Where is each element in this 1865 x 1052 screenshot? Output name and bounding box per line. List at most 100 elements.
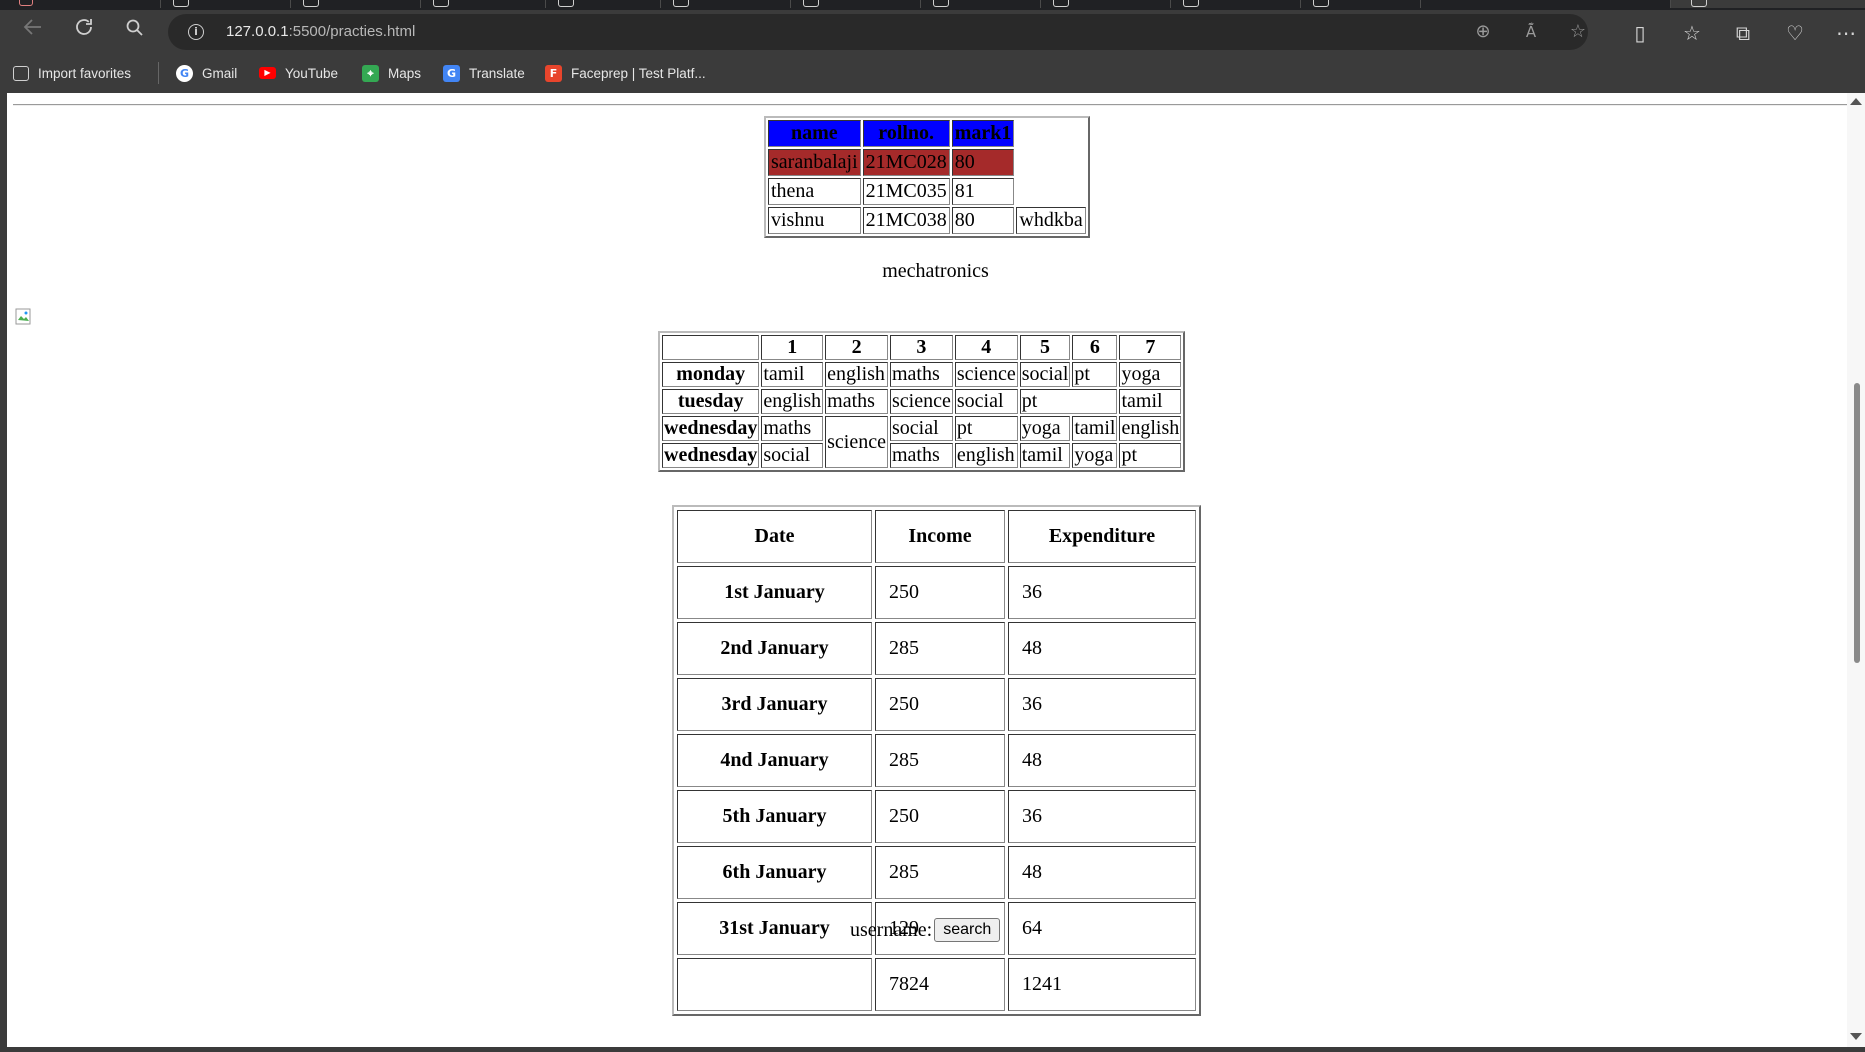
browser-tab[interactable] bbox=[160, 0, 291, 8]
active-tab[interactable] bbox=[1670, 0, 1865, 8]
table-cell: tamil bbox=[1119, 389, 1182, 414]
date-cell: 6th January bbox=[677, 846, 872, 899]
table-header-row: Date Income Expenditure bbox=[677, 510, 1196, 563]
table-cell: maths bbox=[825, 389, 888, 414]
page-icon bbox=[1313, 0, 1329, 7]
total-row: 7824 1241 bbox=[677, 958, 1196, 1011]
table-cell: science bbox=[954, 362, 1018, 387]
browser-tab[interactable] bbox=[660, 0, 791, 8]
collections-icon[interactable]: ⧉ bbox=[1728, 18, 1758, 48]
refresh-icon bbox=[76, 19, 92, 35]
table-cell: thena bbox=[768, 178, 861, 205]
browser-tab[interactable] bbox=[420, 0, 551, 8]
address-bar[interactable]: i 127.0.0.1:5500/practies.html ⊕ A͊ ☆ bbox=[168, 14, 1588, 50]
search-button[interactable] bbox=[119, 16, 151, 48]
date-cell: 4nd January bbox=[677, 734, 872, 787]
scroll-up-icon[interactable] bbox=[1850, 98, 1862, 105]
income-cell: 285 bbox=[875, 734, 1005, 787]
maps-icon: ⌖ bbox=[362, 64, 379, 82]
bookmark-faceprep[interactable]: F Faceprep | Test Platf... bbox=[545, 63, 706, 83]
browser-tab[interactable] bbox=[1170, 0, 1301, 8]
table-cell: yoga bbox=[1119, 362, 1182, 387]
url-text[interactable]: 127.0.0.1:5500/practies.html bbox=[226, 23, 415, 40]
browser-tab[interactable] bbox=[1420, 0, 1671, 8]
browser-tab[interactable] bbox=[545, 0, 676, 8]
table-cell: pt bbox=[1072, 362, 1118, 387]
scrollbar-thumb[interactable] bbox=[1854, 383, 1860, 663]
tab-strip bbox=[0, 0, 1865, 10]
more-menu-icon[interactable]: ⋯ bbox=[1831, 18, 1861, 48]
refresh-button[interactable] bbox=[68, 16, 100, 48]
bookmark-label: Gmail bbox=[202, 65, 238, 81]
table-cell: maths bbox=[890, 362, 953, 387]
browser-tab[interactable] bbox=[790, 0, 921, 8]
page-icon bbox=[1691, 0, 1707, 7]
table-cell: tamil bbox=[761, 362, 824, 387]
period-header: 2 bbox=[825, 335, 888, 360]
scroll-down-icon[interactable] bbox=[1850, 1033, 1862, 1040]
date-cell: 3rd January bbox=[677, 678, 872, 731]
bookmark-label: Faceprep | Test Platf... bbox=[571, 65, 706, 81]
expenditure-cell: 48 bbox=[1008, 846, 1196, 899]
search-button[interactable]: search bbox=[934, 918, 1001, 942]
broken-image-icon bbox=[15, 308, 31, 325]
table-cell: social bbox=[954, 389, 1018, 414]
table-row: 3rd January 250 36 bbox=[677, 678, 1196, 731]
caption-text: mechatronics bbox=[882, 260, 989, 282]
favorite-star-icon[interactable]: ☆ bbox=[1566, 20, 1590, 44]
bookmark-maps[interactable]: ⌖ Maps bbox=[362, 63, 421, 83]
table-cell: 80 bbox=[951, 149, 1015, 176]
table-row: 5th January 250 36 bbox=[677, 790, 1196, 843]
table-cell: vishnu bbox=[768, 207, 861, 234]
table-cell: social bbox=[1019, 362, 1071, 387]
table-cell: pt bbox=[1019, 389, 1118, 414]
column-header: name bbox=[768, 120, 861, 147]
table-row: saranbalaji 21MC028 80 bbox=[768, 149, 1086, 176]
bookmark-label: Maps bbox=[388, 65, 422, 81]
students-table: name rollno. mark1 saranbalaji 21MC028 8… bbox=[764, 116, 1090, 238]
browser-tab[interactable] bbox=[920, 0, 1051, 8]
income-cell: 250 bbox=[875, 790, 1005, 843]
expenditure-cell: 48 bbox=[1008, 734, 1196, 787]
profile-icon[interactable] bbox=[19, 0, 33, 6]
table-cell: yoga bbox=[1019, 416, 1071, 441]
bookmark-translate[interactable]: G Translate bbox=[443, 63, 525, 83]
browser-tab[interactable] bbox=[290, 0, 421, 8]
zoom-icon[interactable]: ⊕ bbox=[1471, 20, 1495, 44]
period-header: 6 bbox=[1072, 335, 1118, 360]
bookmark-gmail[interactable]: G Gmail bbox=[176, 63, 237, 83]
read-aloud-icon[interactable]: A͊ bbox=[1519, 20, 1543, 44]
table-header-row: name rollno. mark1 bbox=[768, 120, 1086, 147]
table-cell: science bbox=[890, 389, 953, 414]
browser-tab[interactable] bbox=[1300, 0, 1431, 8]
table-cell: english bbox=[761, 389, 824, 414]
back-button[interactable] bbox=[17, 16, 49, 48]
site-info-icon[interactable]: i bbox=[188, 24, 204, 40]
window-frame bbox=[0, 1047, 1865, 1052]
table-row: tuesday english maths science social pt … bbox=[662, 389, 1182, 414]
browser-essentials-icon[interactable]: ♡ bbox=[1780, 18, 1810, 48]
split-screen-icon[interactable]: ▯ bbox=[1625, 18, 1655, 48]
youtube-icon: ▶ bbox=[259, 67, 276, 79]
column-header: Date bbox=[677, 510, 872, 563]
income-cell: 250 bbox=[875, 566, 1005, 619]
table-row: wednesday maths science social pt yoga t… bbox=[662, 416, 1182, 468]
table-row: monday tamil english maths science socia… bbox=[662, 362, 1182, 387]
page-icon bbox=[803, 0, 819, 7]
table-row: 2nd January 285 48 bbox=[677, 622, 1196, 675]
bookmark-label: Import favorites bbox=[38, 65, 132, 81]
bookmark-import-favorites[interactable]: Import favorites bbox=[13, 63, 131, 83]
date-cell: 5th January bbox=[677, 790, 872, 843]
table-cell: english bbox=[825, 362, 888, 387]
income-cell: 285 bbox=[875, 846, 1005, 899]
expenditure-cell: 64 bbox=[1008, 902, 1196, 955]
vertical-scrollbar[interactable] bbox=[1847, 93, 1865, 1047]
page-content: name rollno. mark1 saranbalaji 21MC028 8… bbox=[7, 93, 1847, 1047]
favorites-icon[interactable]: ☆ bbox=[1677, 18, 1707, 48]
browser-tab[interactable] bbox=[1040, 0, 1171, 8]
table-cell: tamil bbox=[1072, 416, 1118, 441]
username-label: username: bbox=[850, 918, 933, 941]
bookmark-youtube[interactable]: ▶ YouTube bbox=[259, 63, 338, 83]
day-header: wednesday bbox=[662, 416, 760, 441]
table-cell: tamil bbox=[1019, 443, 1071, 468]
